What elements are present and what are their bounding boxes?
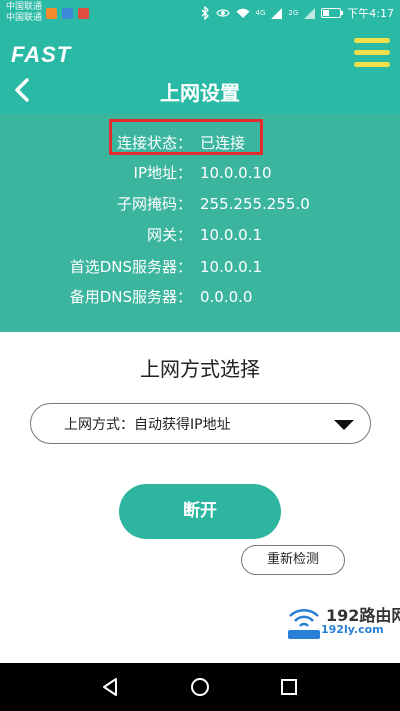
info-label: 子网掩码： xyxy=(116,195,192,213)
info-row-gateway: 网关： 10.0.0.1 xyxy=(0,223,400,247)
router-logo-icon xyxy=(288,609,320,639)
menu-bar-icon xyxy=(354,62,390,67)
battery-fill xyxy=(323,10,330,16)
home-circle-icon[interactable] xyxy=(189,676,211,698)
signal-label-2g: 2G xyxy=(288,8,299,17)
wifi-icon xyxy=(236,8,250,18)
menu-button[interactable] xyxy=(354,38,390,68)
system-nav-bar xyxy=(0,663,400,711)
disconnect-button[interactable]: 断开 xyxy=(119,484,281,539)
redetect-button[interactable]: 重新检测 xyxy=(241,545,345,575)
watermark: 192路由网 192ly.com xyxy=(284,602,400,642)
info-row-ip: IP地址： 10.0.0.10 xyxy=(0,161,400,185)
back-triangle-icon[interactable] xyxy=(99,676,121,698)
status-icons: 4G 2G 下午4:17 xyxy=(200,6,394,20)
info-value: 10.0.0.1 xyxy=(200,226,263,244)
signal-2g-icon xyxy=(304,7,316,19)
status-highlight-box xyxy=(109,119,263,155)
carrier-1: 中国联通 xyxy=(6,2,43,12)
carrier-info: 中国联通 中国联通 xyxy=(6,2,42,24)
info-label: 备用DNS服务器： xyxy=(69,288,192,306)
recents-square-icon[interactable] xyxy=(278,676,300,698)
info-label: 网关： xyxy=(146,226,192,244)
info-row-dns-secondary: 备用DNS服务器： 0.0.0.0 xyxy=(0,285,400,309)
info-value: 10.0.0.10 xyxy=(200,164,272,182)
eye-icon xyxy=(215,9,230,17)
mode-section-title: 上网方式选择 xyxy=(140,357,260,381)
status-bar: 中国联通 中国联通 4G 2G 下午4:17 xyxy=(0,0,400,27)
select-text: 上网方式：自动获得IP地址 xyxy=(64,414,231,434)
menu-bar-icon xyxy=(354,50,390,55)
bluetooth-icon xyxy=(201,6,209,20)
info-value: 0.0.0.0 xyxy=(200,288,253,306)
app-notification-icon xyxy=(78,8,89,19)
carrier-2: 中国联通 xyxy=(6,13,43,23)
watermark-sub: 192ly.com xyxy=(321,623,384,636)
battery-icon xyxy=(321,8,344,18)
signal-label-4g: 4G xyxy=(255,8,266,17)
info-row-subnet: 子网掩码： 255.255.255.0 xyxy=(0,192,400,216)
info-value: 255.255.255.0 xyxy=(200,195,310,213)
menu-bar-icon xyxy=(354,38,390,43)
info-label: IP地址： xyxy=(133,164,192,182)
connection-mode-select[interactable]: 上网方式：自动获得IP地址 xyxy=(30,403,371,444)
fast-logo: FAST xyxy=(11,42,72,67)
select-label: 上网方式： xyxy=(64,417,134,433)
notification-app-icon xyxy=(46,8,57,19)
info-label: 首选DNS服务器： xyxy=(69,258,192,276)
page-title: 上网设置 xyxy=(160,81,240,105)
signal-4g-icon xyxy=(271,7,283,19)
select-value: 自动获得IP地址 xyxy=(134,417,231,433)
dropdown-arrow-icon xyxy=(334,420,354,430)
app-header: FAST 上网设置 xyxy=(0,27,400,114)
clock: 下午4:17 xyxy=(347,7,394,20)
telegram-notification-icon xyxy=(62,8,73,19)
info-value: 10.0.0.1 xyxy=(200,258,263,276)
info-row-dns-primary: 首选DNS服务器： 10.0.0.1 xyxy=(0,255,400,279)
